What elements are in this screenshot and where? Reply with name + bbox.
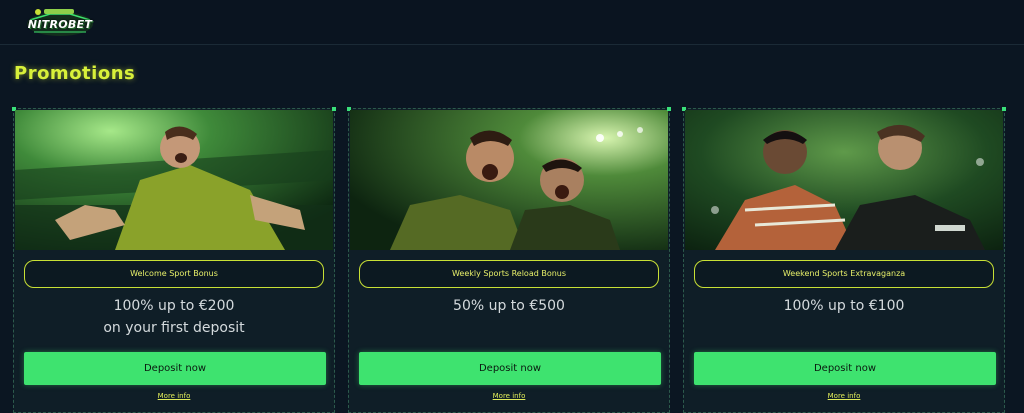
promo-title: Weekend Sports Extravaganza bbox=[694, 260, 994, 288]
top-bar: NITROBET bbox=[0, 0, 1024, 45]
promo-card-welcome: Welcome Sport Bonus 100% up to €200 on y… bbox=[12, 107, 336, 413]
promo-image-competing-players bbox=[685, 110, 1003, 250]
promo-title: Weekly Sports Reload Bonus bbox=[359, 260, 659, 288]
promo-image-celebrating-player bbox=[15, 110, 333, 250]
more-info-link[interactable]: More info bbox=[349, 392, 669, 400]
more-info-link[interactable]: More info bbox=[14, 392, 334, 400]
promo-offer-line1: 100% up to €200 bbox=[113, 298, 235, 314]
promo-offer: 50% up to €500 bbox=[349, 295, 669, 317]
nitrobet-logo[interactable]: NITROBET bbox=[24, 6, 96, 40]
promo-offer-line1: 100% up to €100 bbox=[783, 298, 905, 314]
logo-text: NITROBET bbox=[27, 18, 93, 31]
more-info-link[interactable]: More info bbox=[684, 392, 1004, 400]
promo-offer: 100% up to €100 bbox=[684, 295, 1004, 317]
deposit-now-button[interactable]: Deposit now bbox=[359, 352, 661, 385]
promo-offer-line2: on your first deposit bbox=[103, 320, 245, 336]
promo-card-weekly-reload: Weekly Sports Reload Bonus 50% up to €50… bbox=[347, 107, 671, 413]
promo-image-cheering-players bbox=[350, 110, 668, 250]
deposit-now-button[interactable]: Deposit now bbox=[24, 352, 326, 385]
promo-card-weekend-extravaganza: Weekend Sports Extravaganza 100% up to €… bbox=[682, 107, 1006, 413]
deposit-now-button[interactable]: Deposit now bbox=[694, 352, 996, 385]
page-title: Promotions bbox=[14, 63, 136, 84]
promo-offer: 100% up to €200 on your first deposit bbox=[14, 295, 334, 339]
promo-offer-line1: 50% up to €500 bbox=[453, 298, 565, 314]
promo-title: Welcome Sport Bonus bbox=[24, 260, 324, 288]
